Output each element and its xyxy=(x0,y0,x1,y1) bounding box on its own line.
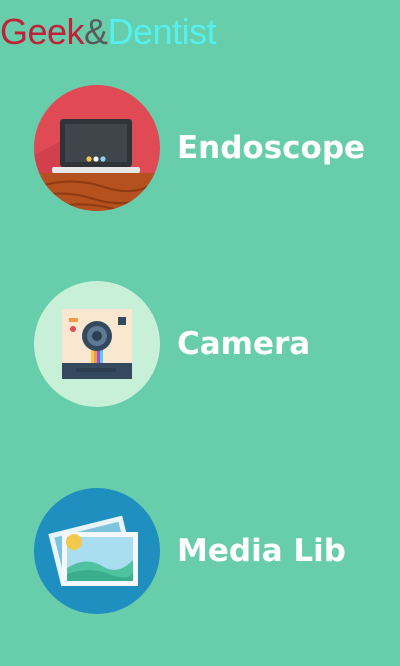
laptop-on-desk-icon xyxy=(34,85,160,211)
menu-item-endoscope[interactable]: Endoscope xyxy=(34,85,374,211)
menu-item-media-lib-label: Media Lib xyxy=(177,533,346,569)
app-title-part-ampersand: & xyxy=(84,11,108,52)
menu-item-endoscope-label: Endoscope xyxy=(177,130,366,166)
photo-gallery-icon xyxy=(34,488,160,614)
menu-item-camera[interactable]: Camera xyxy=(34,281,374,407)
menu-item-camera-label: Camera xyxy=(177,326,311,362)
menu-item-media-lib[interactable]: Media Lib xyxy=(34,488,374,614)
app-title-part-dentist: Dentist xyxy=(107,11,217,52)
app-title-part-geek: Geek xyxy=(0,11,85,52)
instant-camera-icon xyxy=(34,281,160,407)
app-title: Geek&Dentist xyxy=(0,8,217,56)
